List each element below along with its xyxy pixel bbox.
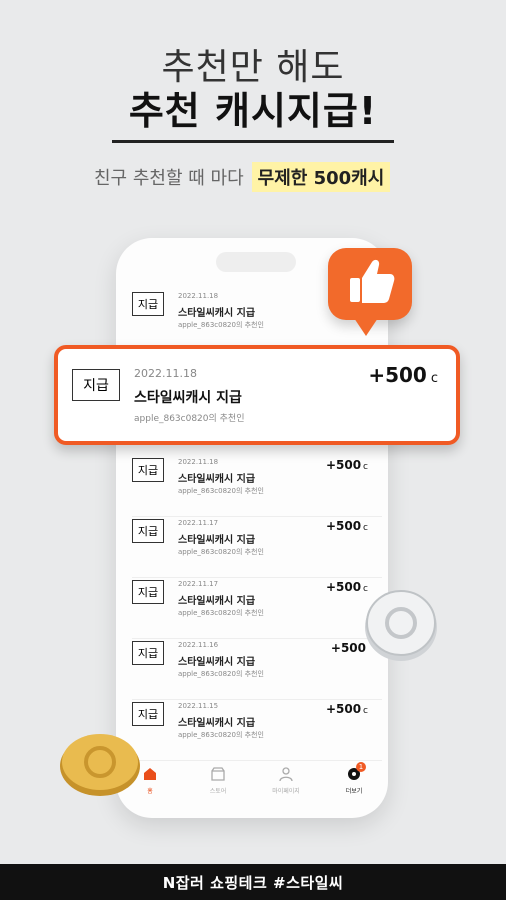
item-date: 2022.11.18	[134, 367, 197, 380]
item-title: 스타일씨캐시 지급	[178, 308, 256, 319]
tab-mypage[interactable]: 마이페이지	[261, 765, 311, 795]
item-title: 스타일씨캐시 지급	[178, 718, 256, 729]
phone-mockup: 지급 2022.11.18 스타일씨캐시 지급 apple_863c0820의 …	[116, 238, 388, 818]
status-tag: 지급	[132, 580, 164, 604]
headline-line2: 추천 캐시지급!	[128, 89, 378, 133]
item-date: 2022.11.17	[178, 519, 219, 527]
item-amount: +500 c	[325, 458, 368, 472]
home-icon	[141, 765, 159, 783]
highlighted-cash-item[interactable]: 지급 2022.11.18 스타일씨캐시 지급 apple_863c0820의 …	[54, 345, 460, 445]
gold-coin	[58, 728, 142, 798]
item-amount: +500 c	[368, 363, 438, 387]
tab-label: 홈	[147, 788, 153, 795]
item-amount: +500 c	[325, 519, 368, 533]
status-tag: 지급	[132, 458, 164, 482]
item-subtitle: apple_863c0820의 추천인	[178, 670, 264, 678]
footer-banner: N잡러 쇼핑테크 #스타일씨	[0, 864, 506, 900]
silver-coin	[360, 584, 442, 666]
item-title: 스타일씨캐시 지급	[178, 474, 256, 485]
item-title: 스타일씨캐시 지급	[134, 390, 242, 406]
tab-store[interactable]: 스토어	[193, 765, 243, 795]
store-icon	[209, 765, 227, 783]
item-subtitle: apple_863c0820의 추천인	[178, 321, 264, 329]
item-date: 2022.11.18	[178, 458, 219, 466]
status-tag: 지급	[72, 369, 120, 401]
item-subtitle: apple_863c0820의 추천인	[134, 414, 245, 424]
item-title: 스타일씨캐시 지급	[178, 596, 256, 607]
tab-more[interactable]: 1 더보기	[329, 762, 379, 795]
item-subtitle: apple_863c0820의 추천인	[178, 609, 264, 617]
status-tag: 지급	[132, 641, 164, 665]
status-tag: 지급	[132, 292, 164, 316]
list-item[interactable]: 지급 2022.11.18 스타일씨캐시 지급 apple_863c0820의 …	[132, 458, 382, 517]
notification-badge: 1	[356, 762, 366, 772]
tab-label: 더보기	[345, 788, 363, 795]
list-item[interactable]: 지급 2022.11.17 스타일씨캐시 지급 apple_863c0820의 …	[132, 580, 382, 639]
subheadline: 친구 추천할 때 마다 무제한 500캐시	[94, 162, 391, 192]
tab-label: 스토어	[209, 788, 227, 795]
thumbs-up-icon	[350, 259, 395, 303]
list-item[interactable]: 지급 2022.11.17 스타일씨캐시 지급 apple_863c0820의 …	[132, 519, 382, 578]
headline-divider	[112, 140, 394, 143]
more-icon: 1	[345, 762, 366, 783]
bottom-tab-bar: 홈 스토어 마이페이지 1 더보기	[116, 750, 388, 810]
item-date: 2022.11.15	[178, 702, 219, 710]
item-subtitle: apple_863c0820의 추천인	[178, 731, 264, 739]
item-date: 2022.11.17	[178, 580, 219, 588]
phone-notch	[216, 252, 296, 272]
item-amount: +500 c	[325, 702, 368, 716]
subheadline-highlight: 무제한 500캐시	[251, 162, 391, 192]
item-date: 2022.11.18	[178, 292, 219, 300]
status-tag: 지급	[132, 519, 164, 543]
status-tag: 지급	[132, 702, 164, 726]
tab-label: 마이페이지	[272, 788, 300, 795]
item-subtitle: apple_863c0820의 추천인	[178, 548, 264, 556]
item-subtitle: apple_863c0820의 추천인	[178, 487, 264, 495]
item-date: 2022.11.16	[178, 641, 219, 649]
subheadline-text: 친구 추천할 때 마다	[94, 168, 244, 189]
person-icon	[277, 765, 295, 783]
item-title: 스타일씨캐시 지급	[178, 535, 256, 546]
item-title: 스타일씨캐시 지급	[178, 657, 256, 668]
list-item[interactable]: 지급 2022.11.16 스타일씨캐시 지급 apple_863c0820의 …	[132, 641, 382, 700]
thumbs-up-bubble	[328, 248, 412, 336]
